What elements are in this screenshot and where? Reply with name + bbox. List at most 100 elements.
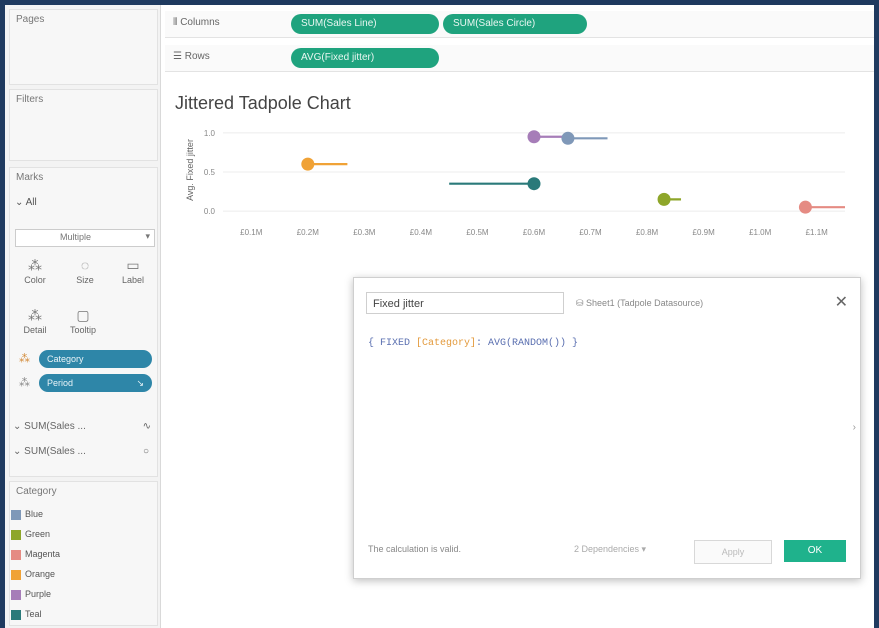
size-icon: ◌ <box>80 257 90 273</box>
x-tick-label: £0.6M <box>523 228 546 237</box>
tooltip-button[interactable]: ▢ Tooltip <box>63 305 103 345</box>
x-tick-label: £1.1M <box>806 228 829 237</box>
columns-shelf: ⦀ Columns SUM(Sales Line) SUM(Sales Circ… <box>165 11 874 38</box>
legend-label: Orange <box>25 569 56 579</box>
measure-sales-circle[interactable]: ⌄ SUM(Sales ... ○ <box>13 443 153 461</box>
label-icon: ▭ <box>126 257 140 273</box>
color-icon: ⁂ <box>28 257 42 273</box>
chevron-down-icon: ⌄ <box>15 197 26 208</box>
color-field-icon: ⁂ <box>19 353 30 365</box>
validation-status: The calculation is valid. <box>368 544 462 554</box>
legend-label: Magenta <box>25 549 61 559</box>
y-tick-label: 1.0 <box>204 129 216 138</box>
x-tick-label: £0.9M <box>693 228 716 237</box>
tooltip-label: Tooltip <box>69 325 96 335</box>
legend-item[interactable]: Green <box>11 525 50 543</box>
period-pill[interactable]: Period ↘ <box>39 374 152 392</box>
size-button[interactable]: ◌ Size <box>65 255 105 295</box>
label-button[interactable]: ▭ Label <box>113 255 153 295</box>
marks-title: Marks <box>16 172 44 183</box>
legend-item[interactable]: Purple <box>11 585 51 603</box>
sidebar: Pages Filters Marks ⌄ All Multiple ▾ ⁂ C… <box>5 5 161 628</box>
datasource-info: ⛁ Sheet1 (Tadpole Datasource) <box>576 298 704 308</box>
x-tick-label: £0.1M <box>240 228 263 237</box>
detail-field-icon: ⁂ <box>19 377 30 389</box>
tableau-window: Pages Filters Marks ⌄ All Multiple ▾ ⁂ C… <box>5 5 874 628</box>
legend-label: Teal <box>25 609 42 619</box>
color-button[interactable]: ⁂ Color <box>15 255 55 295</box>
x-tick-label: £0.4M <box>410 228 433 237</box>
legend-swatch <box>11 529 21 540</box>
rows-pill-fixed-jitter[interactable]: AVG(Fixed jitter) <box>291 48 439 68</box>
columns-shelf-label: ⦀ Columns <box>173 17 220 28</box>
legend-item[interactable]: Teal <box>11 605 42 623</box>
calc-name-field[interactable]: Fixed jitter <box>366 292 564 314</box>
ok-button[interactable]: OK <box>784 540 846 562</box>
detail-button[interactable]: ⁂ Detail <box>15 305 55 345</box>
x-tick-label: £0.7M <box>579 228 602 237</box>
pages-card[interactable]: Pages <box>9 9 158 85</box>
rows-shelf-label: ☰ Rows <box>173 51 210 62</box>
x-tick-label: £0.5M <box>466 228 489 237</box>
measure-circle-label: SUM(Sales ... <box>24 446 86 457</box>
tadpole-head <box>301 157 315 171</box>
legend-swatch <box>11 509 21 520</box>
columns-pill-sales-circle[interactable]: SUM(Sales Circle) <box>443 14 587 34</box>
chevron-down-icon: ⌄ <box>13 446 25 457</box>
marks-all-label: All <box>25 197 37 208</box>
mark-type-value: Multiple <box>60 232 92 242</box>
chevron-down-icon: ⌄ <box>13 421 25 432</box>
y-tick-label: 0.0 <box>204 207 216 216</box>
filters-title: Filters <box>16 94 44 105</box>
expand-arrow-icon[interactable]: › <box>853 422 856 433</box>
measure-line-label: SUM(Sales ... <box>24 421 86 432</box>
legend-item[interactable]: Magenta <box>11 545 60 563</box>
label-label: Label <box>121 275 145 285</box>
chart-title: Jittered Tadpole Chart <box>175 93 351 113</box>
legend-label: Green <box>25 529 51 539</box>
dependencies-dropdown[interactable]: 2 Dependencies ▾ <box>574 544 646 555</box>
legend-label: Blue <box>25 509 44 519</box>
formula-start: { FIXED <box>368 338 417 349</box>
x-tick-label: £0.3M <box>353 228 376 237</box>
legend-item[interactable]: Blue <box>11 505 43 523</box>
filters-card[interactable]: Filters <box>9 89 158 161</box>
columns-pill-sales-line[interactable]: SUM(Sales Line) <box>291 14 439 34</box>
x-tick-label: £1.0M <box>749 228 772 237</box>
x-tick-label: £0.2M <box>297 228 320 237</box>
line-icon: ∿ <box>142 421 151 432</box>
datasource-icon: ⛁ <box>576 298 587 308</box>
category-pill[interactable]: Category <box>39 350 152 368</box>
formula-editor[interactable]: { FIXED [Category]: AVG(RANDOM()) } <box>368 338 578 349</box>
legend-swatch <box>11 609 21 620</box>
circle-icon: ○ <box>142 446 149 457</box>
dropdown-arrow-icon: ▾ <box>145 231 150 241</box>
calculation-dialog: Fixed jitter ⛁ Sheet1 (Tadpole Datasourc… <box>353 277 861 579</box>
legend-swatch <box>11 589 21 600</box>
measure-sales-line[interactable]: ⌄ SUM(Sales ... ∿ <box>13 418 153 436</box>
legend-item[interactable]: Orange <box>11 565 55 583</box>
rows-shelf: ☰ Rows AVG(Fixed jitter) <box>165 45 874 72</box>
tadpole-head <box>561 131 575 145</box>
detail-icon: ⁂ <box>28 307 42 323</box>
mark-type-dropdown[interactable]: Multiple ▾ <box>15 229 155 247</box>
tadpole-head <box>657 192 671 206</box>
formula-field: [Category] <box>416 338 477 349</box>
legend-label: Purple <box>25 589 52 599</box>
tadpole-head <box>527 130 541 144</box>
x-tick-label: £0.8M <box>636 228 659 237</box>
tooltip-icon: ▢ <box>76 307 90 323</box>
apply-button[interactable]: Apply <box>694 540 772 564</box>
tadpole-head <box>527 177 541 191</box>
period-label: Period <box>47 378 74 388</box>
y-axis-label: Avg. Fixed jitter <box>185 139 195 201</box>
formula-end: : AVG(RANDOM()) } <box>476 338 579 349</box>
tadpole-head <box>798 200 812 214</box>
rows-icon: ☰ <box>173 51 185 62</box>
legend-swatch <box>11 549 21 560</box>
close-icon[interactable]: ✕ <box>835 292 848 312</box>
legend-title: Category <box>16 486 57 497</box>
color-label: Color <box>24 275 46 285</box>
marks-all-toggle[interactable]: ⌄ All <box>15 197 37 208</box>
pages-title: Pages <box>16 14 45 25</box>
